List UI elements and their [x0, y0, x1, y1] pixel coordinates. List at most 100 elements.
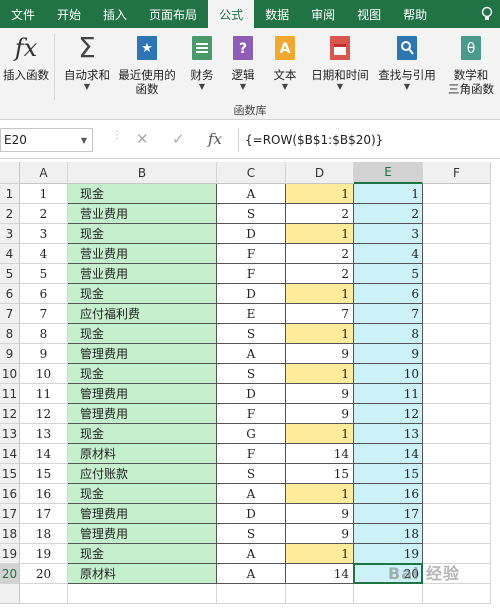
cell-d[interactable]: 1 — [286, 224, 354, 244]
cell-b[interactable]: 现金 — [68, 364, 217, 384]
cell-b[interactable]: 营业费用 — [68, 264, 217, 284]
cell-e[interactable]: 14 — [354, 444, 423, 464]
cell-b[interactable]: 管理费用 — [68, 344, 217, 364]
cell-e[interactable]: 2 — [354, 204, 423, 224]
tab-2[interactable]: 插入 — [92, 0, 138, 28]
cell-a[interactable]: 8 — [20, 324, 68, 344]
lightbulb-icon[interactable] — [474, 0, 500, 28]
cell-f[interactable] — [423, 404, 491, 424]
cell-b[interactable]: 应付福利费 — [68, 304, 217, 324]
cell-a[interactable]: 10 — [20, 364, 68, 384]
cell-c[interactable]: A — [217, 564, 286, 584]
cell-f[interactable] — [423, 284, 491, 304]
cell-e[interactable]: 5 — [354, 264, 423, 284]
row-header[interactable]: 17 — [0, 504, 20, 524]
cell-f[interactable] — [423, 344, 491, 364]
cell-a[interactable]: 13 — [20, 424, 68, 444]
cell-a[interactable]: 15 — [20, 464, 68, 484]
cell-c[interactable]: A — [217, 484, 286, 504]
tab-8[interactable]: 帮助 — [392, 0, 438, 28]
cell-d[interactable]: 15 — [286, 464, 354, 484]
row-header[interactable]: 11 — [0, 384, 20, 404]
cell-d[interactable]: 1 — [286, 184, 354, 204]
cell-f[interactable] — [423, 384, 491, 404]
cell-d[interactable]: 1 — [286, 484, 354, 504]
row-header[interactable]: 20 — [0, 564, 20, 584]
cell-c[interactable]: S — [217, 204, 286, 224]
cell-d[interactable]: 14 — [286, 564, 354, 584]
cell-a[interactable] — [20, 584, 68, 604]
cell-d[interactable]: 2 — [286, 204, 354, 224]
column-header-d[interactable]: D — [286, 162, 354, 184]
cell-b[interactable]: 现金 — [68, 544, 217, 564]
cell-f[interactable] — [423, 244, 491, 264]
cell-b[interactable]: 管理费用 — [68, 384, 217, 404]
cell-a[interactable]: 16 — [20, 484, 68, 504]
cell-d[interactable]: 2 — [286, 264, 354, 284]
row-header[interactable]: 2 — [0, 204, 20, 224]
cell-d[interactable]: 9 — [286, 404, 354, 424]
row-header[interactable]: 7 — [0, 304, 20, 324]
cell-e[interactable]: 18 — [354, 524, 423, 544]
column-header-b[interactable]: B — [68, 162, 217, 184]
cell-d[interactable]: 1 — [286, 324, 354, 344]
cell-c[interactable]: A — [217, 344, 286, 364]
cell-e[interactable]: 17 — [354, 504, 423, 524]
row-header[interactable]: 15 — [0, 464, 20, 484]
cell-b[interactable]: 现金 — [68, 184, 217, 204]
cell-c[interactable]: S — [217, 324, 286, 344]
row-header[interactable]: 5 — [0, 264, 20, 284]
cell-f[interactable] — [423, 184, 491, 204]
cell-f[interactable] — [423, 204, 491, 224]
cell-a[interactable]: 6 — [20, 284, 68, 304]
cell-d[interactable]: 9 — [286, 384, 354, 404]
tab-6[interactable]: 审阅 — [300, 0, 346, 28]
cell-a[interactable]: 19 — [20, 544, 68, 564]
name-box[interactable]: E20 ▼ — [0, 128, 93, 152]
cell-d[interactable]: 9 — [286, 524, 354, 544]
cell-e[interactable]: 7 — [354, 304, 423, 324]
cell-a[interactable]: 14 — [20, 444, 68, 464]
cell-a[interactable]: 7 — [20, 304, 68, 324]
cell-b[interactable]: 管理费用 — [68, 524, 217, 544]
cell-f[interactable] — [423, 584, 491, 604]
cell-b[interactable]: 管理费用 — [68, 504, 217, 524]
cell-b[interactable]: 原材料 — [68, 444, 217, 464]
cell-a[interactable]: 12 — [20, 404, 68, 424]
cell-a[interactable]: 4 — [20, 244, 68, 264]
cell-e[interactable]: 13 — [354, 424, 423, 444]
row-header[interactable]: 9 — [0, 344, 20, 364]
row-header[interactable]: 3 — [0, 224, 20, 244]
cell-a[interactable]: 11 — [20, 384, 68, 404]
cell-f[interactable] — [423, 304, 491, 324]
cell-c[interactable]: S — [217, 524, 286, 544]
cell-f[interactable] — [423, 504, 491, 524]
cell-c[interactable]: F — [217, 244, 286, 264]
financial-button[interactable]: 财务 ▼ — [184, 32, 220, 92]
column-header-c[interactable]: C — [217, 162, 286, 184]
cell-f[interactable] — [423, 444, 491, 464]
cell-a[interactable]: 20 — [20, 564, 68, 584]
cell-e[interactable]: 4 — [354, 244, 423, 264]
cell-c[interactable]: D — [217, 384, 286, 404]
cell-e[interactable]: 3 — [354, 224, 423, 244]
row-header[interactable]: 18 — [0, 524, 20, 544]
cell-a[interactable]: 17 — [20, 504, 68, 524]
cell-c[interactable]: S — [217, 464, 286, 484]
cell-e[interactable]: 1 — [354, 184, 423, 204]
insert-function-icon[interactable]: fx — [208, 130, 222, 148]
row-header[interactable]: 19 — [0, 544, 20, 564]
cell-c[interactable]: F — [217, 404, 286, 424]
cell-c[interactable]: A — [217, 184, 286, 204]
row-header[interactable]: 4 — [0, 244, 20, 264]
cell-c[interactable]: S — [217, 364, 286, 384]
text-button[interactable]: A 文本 ▼ — [268, 32, 302, 92]
cell-a[interactable]: 9 — [20, 344, 68, 364]
cell-f[interactable] — [423, 324, 491, 344]
cell-d[interactable]: 1 — [286, 364, 354, 384]
cell-e[interactable]: 12 — [354, 404, 423, 424]
enter-check-icon[interactable]: ✓ — [172, 130, 185, 148]
row-header[interactable]: 16 — [0, 484, 20, 504]
cell-d[interactable]: 1 — [286, 424, 354, 444]
cell-f[interactable] — [423, 464, 491, 484]
